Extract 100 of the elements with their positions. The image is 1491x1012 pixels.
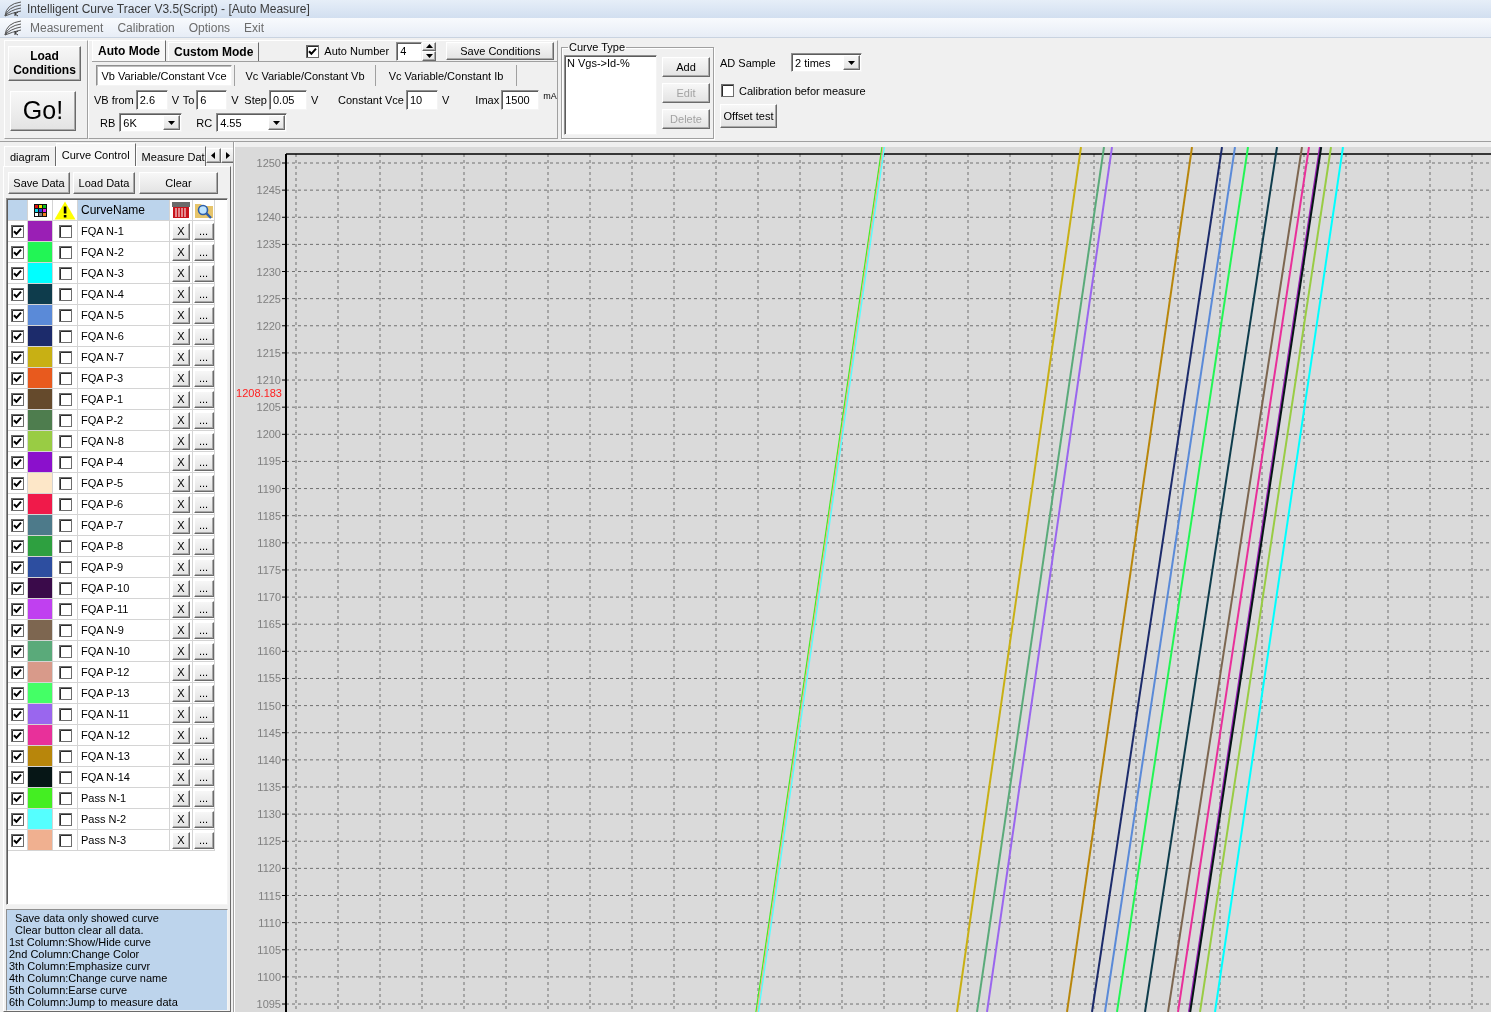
erase-button[interactable]: X [172,726,190,744]
auto-number-field[interactable]: 4 [396,41,423,61]
erase-button[interactable]: X [172,621,190,639]
emphasize-checkbox[interactable] [58,329,72,343]
erase-button[interactable]: X [172,579,190,597]
sweep-tab[interactable]: Vc Variable/Constant Vb [237,65,373,86]
sweep-tab[interactable]: Vb Variable/Constant Vce [96,65,232,86]
color-swatch[interactable] [28,473,52,493]
jump-button[interactable]: ... [193,747,214,765]
curve-type-button[interactable]: Add [662,57,710,77]
show-checkbox[interactable] [11,476,24,490]
jump-button[interactable]: ... [193,474,214,492]
curve-name-cell[interactable]: FQA N-11 [78,704,170,725]
color-swatch[interactable] [28,641,52,661]
show-checkbox[interactable] [11,392,24,406]
show-checkbox[interactable] [11,539,24,553]
emphasize-checkbox[interactable] [58,434,72,448]
curve-name-cell[interactable]: FQA P-9 [78,557,170,578]
curve-type-list[interactable]: N Vgs->Id-% [564,55,657,135]
erase-button[interactable]: X [172,369,190,387]
emphasize-checkbox[interactable] [58,749,72,763]
resistor-dropdown[interactable]: 6K [119,113,183,132]
show-checkbox[interactable] [11,224,24,238]
erase-button[interactable]: X [172,306,190,324]
curve-name-cell[interactable]: FQA P-11 [78,599,170,620]
emphasize-checkbox[interactable] [58,371,72,385]
color-swatch[interactable] [28,284,52,304]
show-checkbox[interactable] [11,560,24,574]
color-swatch[interactable] [28,368,52,388]
parameter-field[interactable]: 0.05 [269,90,307,110]
panel-tab[interactable]: Curve Control [55,143,136,166]
erase-button[interactable]: X [172,600,190,618]
color-swatch[interactable] [28,809,52,829]
emphasize-checkbox[interactable] [58,560,72,574]
load-conditions-button[interactable]: Load Conditions [8,46,81,81]
curve-name-cell[interactable]: FQA N-14 [78,767,170,788]
curve-name-cell[interactable]: FQA N-7 [78,347,170,368]
color-swatch[interactable] [28,305,52,325]
show-checkbox[interactable] [11,329,24,343]
color-swatch[interactable] [28,431,52,451]
show-checkbox[interactable] [11,350,24,364]
emphasize-checkbox[interactable] [58,455,72,469]
jump-button[interactable]: ... [193,789,214,807]
jump-button[interactable]: ... [193,285,214,303]
color-swatch[interactable] [28,704,52,724]
emphasize-checkbox[interactable] [58,476,72,490]
dropdown-button[interactable] [163,115,181,130]
jump-button[interactable]: ... [193,663,214,681]
show-checkbox[interactable] [11,749,24,763]
emphasize-checkbox[interactable] [58,812,72,826]
curve-name-cell[interactable]: FQA P-2 [78,410,170,431]
jump-button[interactable]: ... [193,726,214,744]
jump-button[interactable]: ... [193,411,214,429]
jump-button[interactable]: ... [193,579,214,597]
curve-name-cell[interactable]: FQA N-1 [78,221,170,242]
emphasize-checkbox[interactable] [58,308,72,322]
spin-down-button[interactable] [422,51,437,61]
jump-button[interactable]: ... [193,432,214,450]
jump-button[interactable]: ... [193,348,214,366]
show-checkbox[interactable] [11,308,24,322]
menu-item[interactable]: Calibration [110,20,182,35]
erase-button[interactable]: X [172,453,190,471]
show-checkbox[interactable] [11,644,24,658]
parameter-field[interactable]: 1500 [501,90,540,110]
jump-button[interactable]: ... [193,558,214,576]
color-swatch[interactable] [28,347,52,367]
show-checkbox[interactable] [11,371,24,385]
erase-button[interactable]: X [172,768,190,786]
show-checkbox[interactable] [11,791,24,805]
show-checkbox[interactable] [11,413,24,427]
color-swatch[interactable] [28,788,52,808]
panel-tab[interactable]: Measure Dat [135,146,206,166]
curve-name-cell[interactable]: FQA P-4 [78,452,170,473]
erase-button[interactable]: X [172,663,190,681]
show-checkbox[interactable] [11,245,24,259]
dropdown-button[interactable] [268,115,286,130]
jump-button[interactable]: ... [193,768,214,786]
color-swatch[interactable] [28,683,52,703]
emphasize-checkbox[interactable] [58,497,72,511]
erase-button[interactable]: X [172,390,190,408]
clear-button[interactable]: Clear [139,172,218,194]
emphasize-checkbox[interactable] [58,518,72,532]
jump-button[interactable]: ... [193,810,214,828]
mode-tab[interactable]: Custom Mode [168,42,260,61]
curve-name-cell[interactable]: FQA N-2 [78,242,170,263]
dropdown-button[interactable] [843,55,860,70]
show-checkbox[interactable] [11,518,24,532]
color-swatch[interactable] [28,662,52,682]
erase-button[interactable]: X [172,747,190,765]
emphasize-checkbox[interactable] [58,728,72,742]
curve-name-cell[interactable]: FQA P-8 [78,536,170,557]
jump-button[interactable]: ... [193,390,214,408]
erase-button[interactable]: X [172,516,190,534]
sweep-tab[interactable]: Vc Variable/Constant Ib [378,65,514,86]
parameter-field[interactable]: 10 [406,90,438,110]
erase-button[interactable]: X [172,684,190,702]
emphasize-checkbox[interactable] [58,833,72,847]
color-swatch[interactable] [28,494,52,514]
spin-up-button[interactable] [422,41,437,51]
show-checkbox[interactable] [11,581,24,595]
